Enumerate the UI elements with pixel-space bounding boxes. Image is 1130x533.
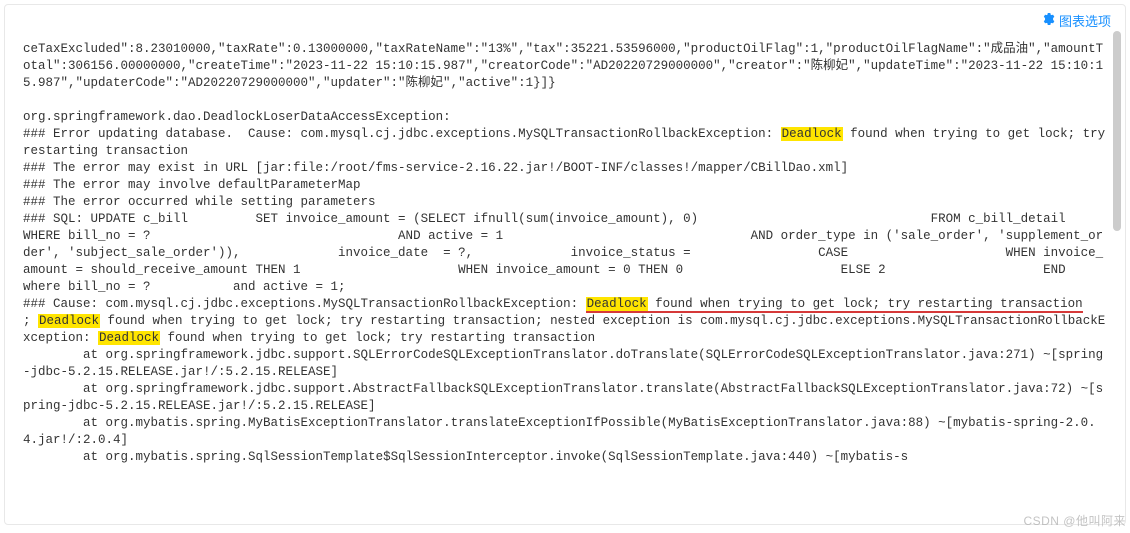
chart-options-label: 图表选项 <box>1059 11 1111 30</box>
log-panel: 图表选项 ceTaxExcluded":8.23010000,"taxRate"… <box>4 4 1126 525</box>
highlight-deadlock: Deadlock <box>98 331 160 345</box>
chart-options-button[interactable]: 图表选项 <box>1041 11 1111 30</box>
highlight-deadlock: Deadlock <box>781 127 843 141</box>
highlight-deadlock: Deadlock <box>38 314 100 328</box>
gear-icon <box>1041 12 1055 30</box>
highlight-deadlock: Deadlock <box>586 297 648 313</box>
log-text: ceTaxExcluded":8.23010000,"taxRate":0.13… <box>23 41 1107 466</box>
log-content[interactable]: ceTaxExcluded":8.23010000,"taxRate":0.13… <box>5 37 1125 524</box>
watermark: CSDN @他叫阿来 <box>1023 512 1126 529</box>
